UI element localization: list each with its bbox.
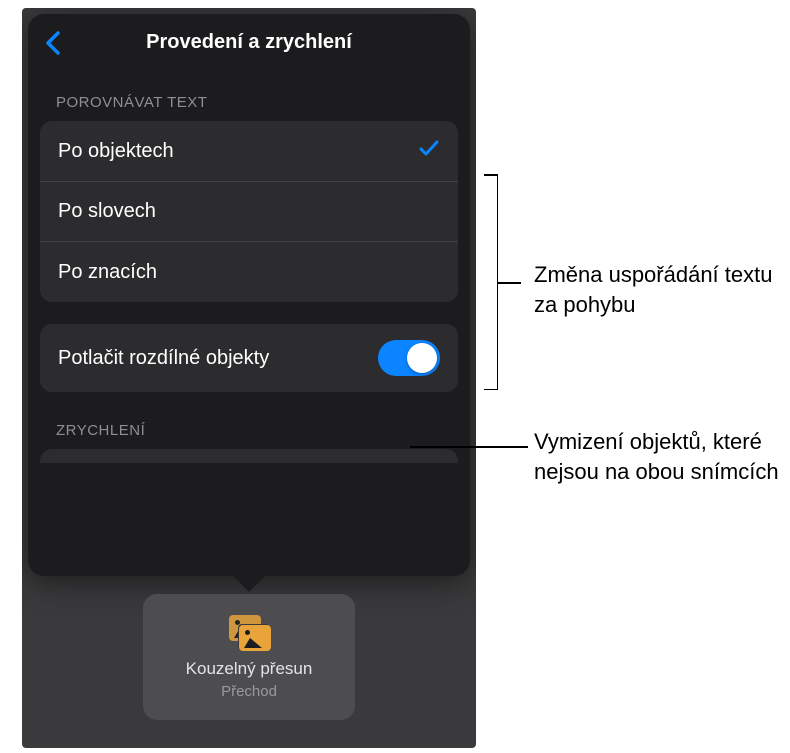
toggle-knob — [407, 343, 437, 373]
settings-popover: Provedení a zrychlení Porovnávat text Po… — [28, 14, 470, 576]
callout-bracket — [484, 174, 498, 390]
fade-unmatched-row: Potlačit rozdílné objekty — [40, 324, 458, 392]
app-panel-background: Provedení a zrychlení Porovnávat text Po… — [22, 8, 476, 748]
back-button[interactable] — [38, 28, 68, 58]
fade-label: Potlačit rozdílné objekty — [58, 346, 269, 371]
option-by-words[interactable]: Po slovech — [40, 182, 458, 242]
option-label: Po objektech — [58, 140, 174, 163]
option-label: Po znacích — [58, 261, 157, 284]
popover-arrow — [231, 574, 267, 592]
thumbnail-title: Kouzelný přesun — [186, 659, 313, 679]
transition-thumbnail[interactable]: Kouzelný přesun Přechod — [143, 594, 355, 720]
checkmark-icon — [418, 137, 440, 165]
callout-fade: Vymizení objektů, které nejsou na obou s… — [534, 427, 790, 486]
section-label-match-text: Porovnávat text — [28, 70, 470, 121]
chevron-left-icon — [44, 30, 62, 56]
option-by-characters[interactable]: Po znacích — [40, 242, 458, 302]
fade-group: Potlačit rozdílné objekty — [40, 324, 458, 392]
section-label-acceleration: Zrychlení — [28, 392, 470, 449]
option-by-objects[interactable]: Po objektech — [40, 121, 458, 182]
callout-text-match: Změna uspořádání textu za pohybu — [534, 260, 790, 319]
option-label: Po slovech — [58, 200, 156, 223]
callout-leader — [410, 446, 528, 448]
magic-move-icon — [225, 615, 273, 651]
thumbnail-subtitle: Přechod — [221, 683, 277, 700]
match-text-group: Po objektech Po slovech Po znacích — [40, 121, 458, 302]
fade-unmatched-toggle[interactable] — [378, 340, 440, 376]
popover-header: Provedení a zrychlení — [28, 14, 470, 70]
acceleration-group-cutoff — [40, 449, 458, 463]
popover-title: Provedení a zrychlení — [146, 31, 352, 54]
